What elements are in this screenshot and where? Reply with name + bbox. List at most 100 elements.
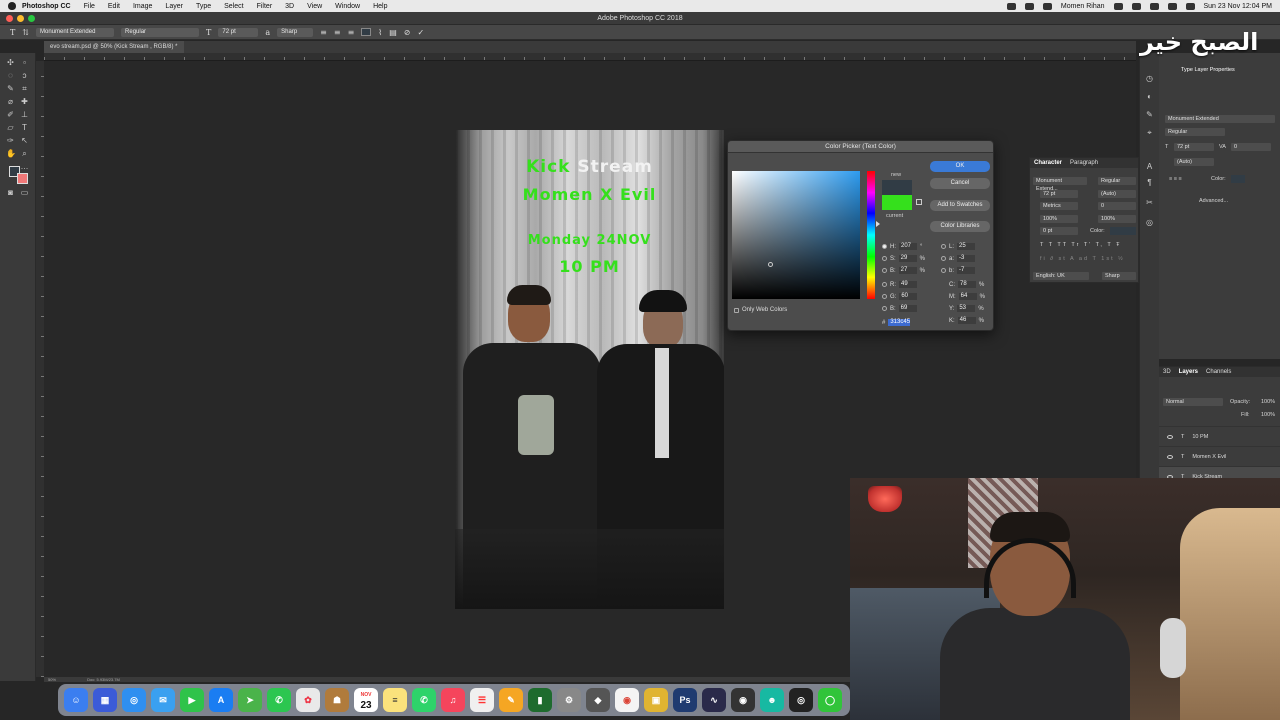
menu-layer[interactable]: Layer xyxy=(165,3,183,10)
character-vscale[interactable]: 100% xyxy=(1040,215,1078,223)
hue-slider[interactable] xyxy=(867,171,875,299)
brightness-radio[interactable] xyxy=(882,268,887,273)
poster-names[interactable]: Momen X Evil xyxy=(455,185,724,204)
font-style-select[interactable]: Regular xyxy=(121,27,200,37)
maps-icon[interactable]: ➤ xyxy=(238,688,262,712)
brightness-field[interactable]: 27 xyxy=(898,267,917,274)
zoom-level[interactable]: 50% xyxy=(48,677,56,682)
menubar-user[interactable]: Momen Rihan xyxy=(1061,3,1105,10)
poster-date[interactable]: Monday 24NOV xyxy=(455,233,724,248)
pages-icon[interactable]: ✎ xyxy=(499,688,523,712)
properties-font-family[interactable]: Monument Extended xyxy=(1165,115,1275,123)
mail-icon[interactable]: ✉ xyxy=(151,688,175,712)
red-field[interactable]: 49 xyxy=(899,281,917,288)
notes-icon[interactable]: ≡ xyxy=(383,688,407,712)
safari-icon[interactable]: ◎ xyxy=(122,688,146,712)
character-language[interactable]: English: UK xyxy=(1033,272,1089,280)
pen-tool-icon[interactable]: ✑ xyxy=(6,137,15,145)
lab-l-field[interactable]: 25 xyxy=(957,243,976,250)
text-tool-icon[interactable]: T xyxy=(20,124,29,132)
saturation-field[interactable]: 29 xyxy=(898,255,917,262)
layer-row[interactable]: T Momen X Evil xyxy=(1159,446,1280,466)
font-size-select[interactable]: 72 pt xyxy=(218,27,259,37)
zoom-tool-icon[interactable]: ⌕ xyxy=(20,150,29,158)
align-right-icon[interactable]: ≡ xyxy=(348,28,355,37)
eyedropper-tool-icon[interactable]: ⌀ xyxy=(6,98,15,106)
bluetooth-icon[interactable] xyxy=(1113,2,1123,10)
brush-settings-icon[interactable]: ✎ xyxy=(1145,111,1154,119)
chrome-icon[interactable]: ◉ xyxy=(615,688,639,712)
hand-tool-icon[interactable]: ✋ xyxy=(6,150,16,158)
facetime-icon[interactable]: ▶ xyxy=(180,688,204,712)
streaming-app-icon[interactable]: ◯ xyxy=(818,688,842,712)
status-icon[interactable] xyxy=(1006,2,1016,10)
character-leading[interactable]: (Auto) xyxy=(1098,190,1136,198)
antialias-select[interactable]: Sharp xyxy=(277,27,314,37)
text-orientation-icon[interactable]: ⇅ xyxy=(22,28,29,37)
character-baseline[interactable]: 0 pt xyxy=(1040,227,1078,235)
ok-button[interactable]: OK xyxy=(930,161,990,172)
align-left-icon[interactable]: ≡ xyxy=(320,28,327,37)
type-tool-icon[interactable]: T xyxy=(10,28,15,37)
wifi-icon[interactable] xyxy=(1131,2,1141,10)
menu-image[interactable]: Image xyxy=(133,3,152,10)
layer-row[interactable]: T 10 PM xyxy=(1159,426,1280,446)
background-color-swatch[interactable] xyxy=(17,173,28,184)
messages-icon[interactable] xyxy=(1024,2,1034,10)
menu-filter[interactable]: Filter xyxy=(257,3,273,10)
only-web-colors-checkbox[interactable] xyxy=(734,307,739,313)
crop-tool-icon[interactable]: ⌗ xyxy=(20,85,29,93)
messages-app-icon[interactable]: ✆ xyxy=(267,688,291,712)
lab-b-radio[interactable] xyxy=(941,268,946,273)
character-kerning[interactable]: Metrics xyxy=(1040,202,1078,210)
screen-mode-icon[interactable]: ▭ xyxy=(20,189,29,197)
app-store-icon[interactable]: A xyxy=(209,688,233,712)
finder-icon[interactable]: ☺ xyxy=(64,688,88,712)
lab-b-field[interactable]: -7 xyxy=(957,267,976,274)
poster-canvas[interactable]: Kick Stream Momen X Evil Monday 24NOV 10… xyxy=(455,130,724,609)
poster-title[interactable]: Kick Stream xyxy=(455,157,724,177)
paths-icon[interactable]: ⌖ xyxy=(1145,129,1154,137)
color-selector-ring[interactable] xyxy=(768,262,773,267)
launchpad-icon[interactable]: ▦ xyxy=(93,688,117,712)
magenta-field[interactable]: 64 xyxy=(958,293,977,300)
menubar-datetime[interactable]: Sun 23 Nov 12:04 PM xyxy=(1204,3,1273,10)
styles-icon[interactable]: ◎ xyxy=(1145,219,1154,227)
character-style-buttons[interactable]: T T TT Tr T' T, T Ŧ xyxy=(1040,242,1122,248)
tab-layers[interactable]: Layers xyxy=(1179,369,1198,375)
properties-color-swatch[interactable] xyxy=(1231,175,1245,183)
color-libraries-button[interactable]: Color Libraries xyxy=(930,221,990,232)
hue-slider-handle[interactable] xyxy=(876,221,880,227)
tab-paragraph[interactable]: Paragraph xyxy=(1070,160,1098,166)
menu-select[interactable]: Select xyxy=(224,3,243,10)
artboard-tool-icon[interactable]: ▫ xyxy=(20,59,29,67)
text-color-swatch[interactable] xyxy=(361,28,372,36)
user-icon[interactable] xyxy=(1042,2,1052,10)
photos-icon[interactable]: ✿ xyxy=(296,688,320,712)
character-size[interactable]: 72 pt xyxy=(1040,190,1078,198)
menu-view[interactable]: View xyxy=(307,3,322,10)
properties-advanced-button[interactable]: Advanced... xyxy=(1199,198,1228,204)
yellow-field[interactable]: 53 xyxy=(957,305,976,312)
fill-value[interactable]: 100% xyxy=(1261,412,1275,418)
search-icon[interactable] xyxy=(1167,2,1177,10)
character-opentype-buttons[interactable]: fi ∂ st A ad T 1st ½ xyxy=(1040,256,1125,262)
menu-app-name[interactable]: Photoshop CC xyxy=(22,3,71,10)
music-icon[interactable]: ♫ xyxy=(441,688,465,712)
red-radio[interactable] xyxy=(882,282,887,287)
current-color-swatch[interactable] xyxy=(882,195,912,210)
close-window-button[interactable] xyxy=(6,15,13,22)
commit-edit-icon[interactable]: ✓ xyxy=(417,28,424,37)
audio-app-icon[interactable]: ∿ xyxy=(702,688,726,712)
warp-text-icon[interactable]: ⌇ xyxy=(378,28,382,37)
lasso-tool-icon[interactable]: ↄ xyxy=(20,72,29,80)
green-field[interactable]: 60 xyxy=(899,293,918,300)
properties-align-icons[interactable]: ≡ ≡ ≡ xyxy=(1169,176,1182,182)
control-center-icon[interactable] xyxy=(1185,2,1195,10)
automator-icon[interactable]: ◆ xyxy=(586,688,610,712)
character-icon[interactable]: A xyxy=(1145,163,1154,171)
cancel-button[interactable]: Cancel xyxy=(930,178,990,189)
character-tracking[interactable]: 0 xyxy=(1098,202,1136,210)
system-settings-icon[interactable]: ⚙ xyxy=(557,688,581,712)
terminal-icon[interactable]: ▮ xyxy=(528,688,552,712)
